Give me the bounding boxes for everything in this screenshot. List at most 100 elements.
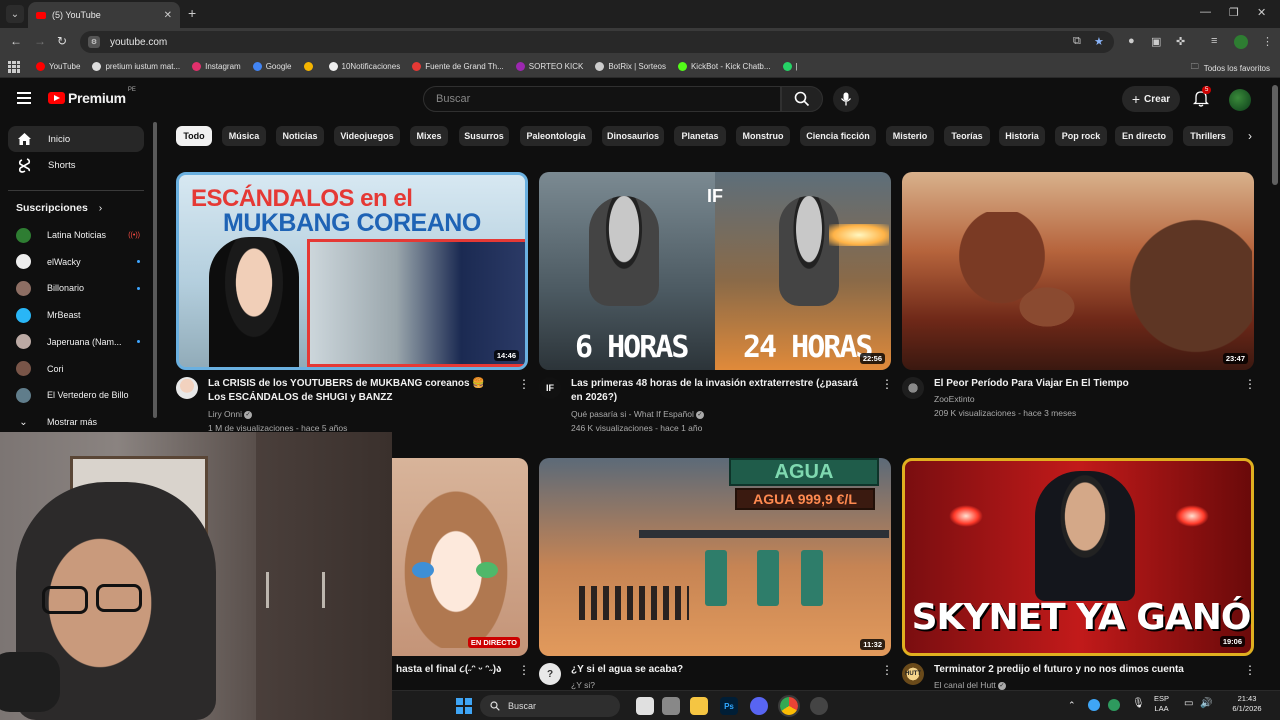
app-icon[interactable]	[662, 697, 680, 715]
filter-chip[interactable]: Ciencia ficción	[800, 126, 876, 146]
youtube-premium-logo[interactable]: Premium PE	[48, 87, 136, 106]
new-tab-icon[interactable]: +	[188, 5, 196, 21]
extension-2-icon[interactable]: ▣	[1151, 35, 1161, 48]
profile-avatar[interactable]	[1234, 35, 1248, 49]
video-title[interactable]: El Peor Período Para Viajar En El Tiempo	[934, 377, 1224, 391]
sidebar-scrollbar[interactable]	[153, 122, 157, 418]
video-channel[interactable]: ZooExtinto	[934, 394, 975, 404]
sidebar-subscription-item[interactable]: elWacky	[16, 252, 140, 272]
video-channel[interactable]: Qué pasaría si - What If Español ✓	[571, 409, 704, 419]
search-input[interactable]: Buscar	[423, 86, 781, 112]
close-window-icon[interactable]: ✕	[1257, 6, 1266, 19]
photoshop-icon[interactable]: Ps	[720, 697, 738, 715]
bookmark-item[interactable]: Fuente de Grand Th...	[412, 62, 504, 71]
url-field[interactable]: ⚙ youtube.com	[80, 31, 1114, 53]
video-channel[interactable]: El canal del Hutt ✓	[934, 680, 1006, 690]
filter-chip[interactable]: Teorías	[944, 126, 990, 146]
filter-chip[interactable]: Dinosaurios	[602, 126, 664, 146]
sidebar-subscription-item[interactable]: Japeruana (Nam...	[16, 332, 140, 352]
sidebar-subscription-item[interactable]: Cori	[16, 359, 140, 379]
discord-icon[interactable]	[750, 697, 768, 715]
task-view-icon[interactable]	[636, 697, 654, 715]
chips-next-chevron-icon[interactable]: ›	[1240, 126, 1260, 146]
sidebar-subscription-item[interactable]: El Vertedero de Billo	[16, 385, 140, 405]
reading-list-icon[interactable]: ≡	[1211, 35, 1217, 47]
sidebar-subscription-item[interactable]: MrBeast	[16, 305, 140, 325]
notifications-button[interactable]: 5	[1192, 86, 1212, 112]
filter-chip[interactable]: Susurros	[459, 126, 509, 146]
video-title[interactable]: hasta el final ૮(˶ᵔ ᵕ ᵔ˶)ა	[396, 663, 516, 677]
filter-chip[interactable]: Misterio	[886, 126, 934, 146]
video-menu-icon[interactable]: ⋮	[1244, 377, 1256, 391]
filter-chip[interactable]: Historia	[999, 126, 1045, 146]
windows-start-icon[interactable]	[456, 698, 472, 714]
network-icon[interactable]: ▭	[1184, 699, 1193, 709]
all-bookmarks[interactable]: 🗀 Todos los favoritos	[1191, 61, 1270, 75]
filter-chip[interactable]: Pop rock	[1055, 126, 1107, 146]
channel-avatar[interactable]: ?	[539, 663, 561, 685]
extensions-puzzle-icon[interactable]: ✜	[1176, 35, 1185, 48]
microphone-tray-icon[interactable]: 🎙	[1132, 699, 1145, 709]
bookmark-item[interactable]: 10Notificaciones	[328, 62, 400, 71]
tray-expand-icon[interactable]: ⌃	[1068, 700, 1076, 710]
minimize-icon[interactable]: —	[1200, 6, 1211, 18]
video-title[interactable]: La CRISIS de los YOUTUBERS de MUKBANG co…	[208, 377, 498, 405]
chrome-icon[interactable]	[778, 695, 800, 717]
bookmark-item[interactable]: pretium iustum mat...	[92, 62, 180, 71]
account-avatar[interactable]	[1229, 89, 1251, 111]
taskbar-search-input[interactable]: Buscar	[480, 695, 620, 717]
filter-chip[interactable]: Música	[222, 126, 266, 146]
volume-icon[interactable]: 🔊	[1200, 699, 1212, 709]
bookmark-star-icon[interactable]: ★	[1094, 35, 1104, 48]
bookmark-item[interactable]: SORTEO KICK	[515, 62, 583, 71]
video-thumbnail[interactable]: SKYNET YA GANÓ 19:06	[902, 458, 1254, 656]
video-thumbnail[interactable]: 23:47	[902, 172, 1254, 370]
reload-icon[interactable]: ↻	[57, 34, 67, 48]
page-scrollbar[interactable]	[1272, 85, 1278, 185]
site-info-icon[interactable]: ⚙	[88, 36, 100, 48]
sidebar-item-shorts[interactable]: Shorts	[8, 152, 144, 178]
filter-chip[interactable]: Thrillers	[1183, 126, 1233, 146]
channel-avatar[interactable]: IF	[539, 377, 561, 399]
channel-avatar[interactable]	[902, 377, 924, 399]
video-menu-icon[interactable]: ⋮	[1244, 663, 1256, 677]
filter-chip[interactable]: Todo	[176, 126, 212, 146]
subscriptions-heading[interactable]: Suscripciones ›	[16, 202, 102, 214]
voice-search-button[interactable]	[833, 86, 859, 112]
video-menu-icon[interactable]: ⋮	[518, 377, 530, 391]
bookmark-item[interactable]: |	[782, 62, 798, 71]
restore-icon[interactable]: ❐	[1229, 6, 1239, 19]
tab-search-icon[interactable]: ⌄	[6, 5, 24, 23]
video-thumbnail[interactable]: ESCÁNDALOS en el MUKBANG COREANO 14:46	[176, 172, 528, 370]
filter-chip[interactable]: Videojuegos	[334, 126, 400, 146]
channel-avatar[interactable]	[176, 377, 198, 399]
menu-dots-icon[interactable]: ⋮	[1262, 35, 1273, 48]
filter-chip[interactable]: Monstruo	[736, 126, 790, 146]
bookmark-item[interactable]	[303, 62, 317, 71]
video-thumbnail[interactable]: AGUA AGUA 999,9 €/L 11:32	[539, 458, 891, 656]
video-menu-icon[interactable]: ⋮	[518, 663, 530, 677]
filter-chip[interactable]: Planetas	[674, 126, 726, 146]
sidebar-subscription-item[interactable]: Latina Noticias ((•))	[16, 225, 140, 245]
video-menu-icon[interactable]: ⋮	[881, 663, 893, 677]
sidebar-item-inicio[interactable]: Inicio	[8, 126, 144, 152]
back-icon[interactable]: ←	[10, 34, 22, 48]
apps-grid-icon[interactable]	[8, 60, 20, 73]
search-button[interactable]	[781, 86, 823, 112]
bookmark-item[interactable]: Instagram	[192, 62, 241, 71]
filter-chip[interactable]: Paleontología	[520, 126, 592, 146]
browser-tab[interactable]: (5) YouTube ✕	[28, 2, 180, 28]
filter-chip[interactable]: En directo	[1115, 126, 1173, 146]
video-channel[interactable]: Liry Onni ✓	[208, 409, 253, 419]
language-indicator[interactable]: ESP LAA	[1154, 694, 1169, 714]
sidebar-subscription-item[interactable]: Billonario	[16, 278, 140, 298]
create-button[interactable]: + Crear	[1122, 86, 1180, 112]
video-menu-icon[interactable]: ⋮	[881, 377, 893, 391]
bookmark-item[interactable]: KickBot - Kick Chatb...	[677, 62, 771, 71]
close-tab-icon[interactable]: ✕	[164, 10, 172, 21]
channel-avatar[interactable]: HUTT	[902, 663, 924, 685]
show-more-button[interactable]: ⌄ Mostrar más	[16, 412, 140, 432]
file-explorer-icon[interactable]	[690, 697, 708, 715]
filter-chip[interactable]: Noticias	[276, 126, 324, 146]
app-icon[interactable]	[810, 697, 828, 715]
